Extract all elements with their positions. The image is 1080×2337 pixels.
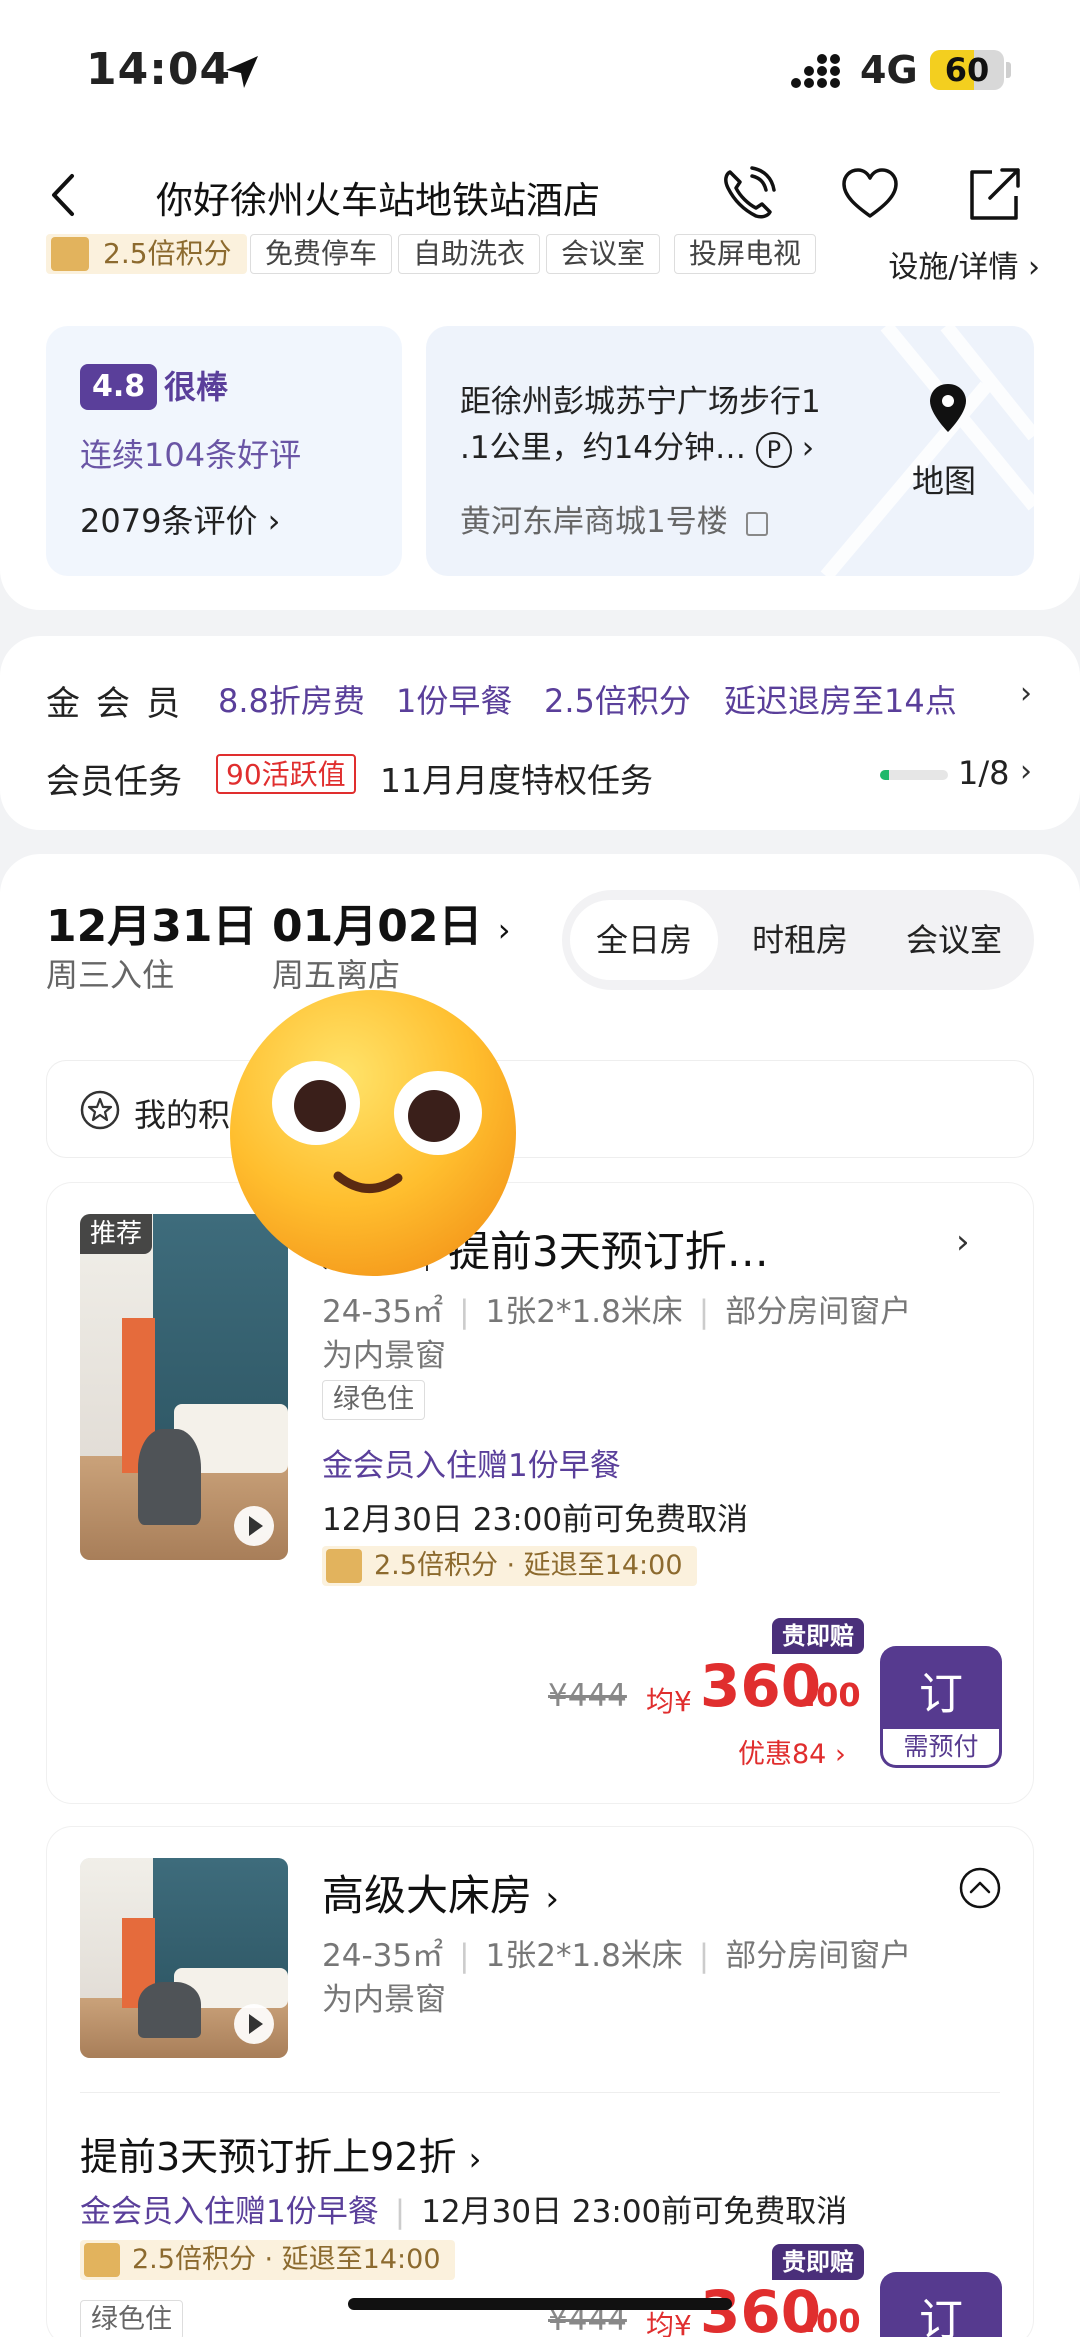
- room-title[interactable]: 高级大床房 ›: [322, 1862, 559, 1923]
- review-streak: 连续104条好评: [80, 436, 302, 474]
- checkin-weekday: 周三入住: [46, 956, 175, 994]
- member-benefits-chevron[interactable]: ›: [1020, 676, 1032, 711]
- activity-badge: 90活跃值: [216, 754, 356, 794]
- chevron-right-icon: ›: [956, 1222, 970, 1262]
- battery-tip: [1006, 62, 1011, 78]
- member-perk: 金会员入住赠1份早餐: [322, 1448, 621, 1484]
- battery-percent: 60: [944, 51, 990, 89]
- score-word: 很棒: [164, 368, 229, 406]
- status-time: 14:04: [86, 44, 232, 95]
- member-task-chevron[interactable]: ›: [1020, 754, 1032, 789]
- green-stay-tag: 绿色住: [80, 2300, 183, 2337]
- member-level-label: 金会员: [46, 684, 196, 724]
- room-spec-window: 为内景窗: [322, 1982, 446, 2018]
- book-button[interactable]: 订: [880, 2272, 1002, 2337]
- address-text: 黄河东岸商城1号楼: [460, 496, 768, 541]
- member-benefit-discount: 8.8折房费: [218, 682, 365, 720]
- room-spec: 24-35㎡ | 1张2*1.8米床 | 部分房间窗户: [322, 1938, 912, 1974]
- tag-laundry: 自助洗衣: [398, 234, 541, 274]
- tag-parking: 免费停车: [250, 234, 393, 274]
- review-count: 2079条评价 ›: [80, 502, 281, 540]
- discount-link[interactable]: 优惠84 ›: [738, 1732, 846, 1771]
- review-score-card[interactable]: 4.8 很棒 连续104条好评 2079条评价 ›: [46, 326, 402, 576]
- room-price-decimal: .00: [804, 1676, 861, 1714]
- task-progress-fill: [880, 770, 889, 780]
- avg-price-label: 均¥: [646, 1685, 692, 1718]
- diamond-icon: [51, 237, 89, 271]
- battery-icon: 60: [930, 50, 1004, 90]
- room-section: 12月31日 – 01月02日 › 周三入住 周五离店 全日房 时租房 会议室 …: [0, 854, 1080, 2337]
- original-price: ¥444: [548, 1678, 627, 1714]
- task-count: 1/8: [958, 754, 1010, 792]
- diamond-icon: [326, 1549, 362, 1583]
- home-indicator[interactable]: [348, 2298, 732, 2310]
- location-arrow-icon: [226, 56, 258, 88]
- tab-hourly[interactable]: 时租房: [726, 900, 874, 980]
- room-price: 360: [700, 1652, 822, 1720]
- member-benefit-late-checkout: 延迟退房至14点: [724, 682, 957, 720]
- location-card[interactable]: 距徐州彭城苏宁广场步行1 .1公里，约14分钟… P › 黄河东岸商城1号楼 地…: [426, 326, 1034, 576]
- date-separator: –: [234, 884, 254, 930]
- map-label[interactable]: 地图: [912, 456, 976, 502]
- network-type: 4G: [860, 48, 918, 92]
- green-stay-tag: 绿色住: [322, 1380, 425, 1420]
- member-task-text[interactable]: 11月月度特权任务: [380, 754, 653, 802]
- play-icon[interactable]: [234, 1506, 274, 1546]
- page-title: 你好徐州火车站地铁站酒店: [156, 179, 600, 222]
- points-strip: 2.5倍积分 · 延退至14:00: [80, 2240, 455, 2280]
- room-card-2[interactable]: 高级大床房 › 24-35㎡ | 1张2*1.8米床 | 部分房间窗户 为内景窗 提前3…: [46, 1826, 1034, 2337]
- signal-icon: [791, 54, 840, 88]
- facility-details-link[interactable]: 设施/详情 ›: [888, 242, 1040, 286]
- member-benefit-points: 2.5倍积分: [544, 682, 691, 720]
- share-icon[interactable]: [962, 162, 1026, 226]
- parking-icon: P: [755, 432, 792, 468]
- star-icon: [80, 1090, 120, 1130]
- distance-text: 距徐州彭城苏宁广场步行1: [460, 384, 821, 420]
- prepay-label: 需预付: [883, 1729, 999, 1765]
- cancel-policy: 12月30日 23:00前可免费取消: [322, 1502, 749, 1538]
- room-spec-window: 为内景窗: [322, 1338, 446, 1374]
- room-spec: 24-35㎡ | 1张2*1.8米床 | 部分房间窗户: [322, 1294, 912, 1330]
- room-image[interactable]: [80, 1858, 288, 2058]
- back-chevron-icon[interactable]: [44, 170, 84, 220]
- copy-icon[interactable]: [745, 511, 768, 536]
- recommend-badge: 推荐: [80, 1214, 153, 1254]
- tag-meeting-room: 会议室: [546, 234, 661, 274]
- score-badge: 4.8: [80, 364, 158, 410]
- price-guarantee-badge: 贵即赔: [772, 2244, 864, 2280]
- status-bar: 14:04 4G 60: [0, 0, 1080, 140]
- play-icon[interactable]: [234, 2004, 274, 2044]
- points-strip: 2.5倍积分 · 延退至14:00: [322, 1546, 697, 1586]
- phone-icon[interactable]: [716, 162, 780, 226]
- points-filter-text: 我的积: [134, 1096, 231, 1134]
- room-price-decimal: .00: [804, 2302, 861, 2337]
- room-type-tabs: 全日房 时租房 会议室: [562, 890, 1034, 990]
- distance-text-2: .1公里，约14分钟… P ›: [460, 430, 815, 468]
- checkin-date[interactable]: 12月31日: [46, 890, 256, 954]
- hotel-info-section: 2.5倍积分 免费停车 自助洗衣 会议室 投屏电视 设施/详情 › 4.8 很棒…: [0, 234, 1080, 610]
- tab-full-day[interactable]: 全日房: [570, 900, 718, 980]
- rate-plan-title[interactable]: 提前3天预订折上92折 ›: [80, 2126, 481, 2181]
- tag-screen-tv: 投屏电视: [674, 234, 817, 274]
- task-progress-bar: [880, 770, 948, 780]
- points-filter-bar[interactable]: 我的积: [46, 1060, 1034, 1158]
- smiling-face-sticker: [230, 990, 516, 1276]
- room-card-1[interactable]: 推荐 床房｜提前3天预订折… › 24-35㎡ | 1张2*1.8米床 | 部分房间窗户…: [46, 1182, 1034, 1804]
- rate-plan-perks: 金会员入住赠1份早餐 | 12月30日 23:00前可免费取消: [80, 2194, 848, 2230]
- book-button[interactable]: 订 需预付: [880, 1646, 1002, 1768]
- divider: [80, 2092, 1000, 2093]
- price-guarantee-badge: 贵即赔: [772, 1618, 864, 1654]
- collapse-icon[interactable]: [958, 1866, 1002, 1910]
- checkout-date[interactable]: 01月02日 ›: [272, 890, 511, 954]
- member-benefit-breakfast: 1份早餐: [396, 682, 513, 720]
- diamond-icon: [84, 2243, 120, 2277]
- map-pin-icon[interactable]: [926, 382, 970, 434]
- member-section: 金会员 8.8折房费 1份早餐 2.5倍积分 延迟退房至14点 › 会员任务 9…: [0, 636, 1080, 830]
- member-task-label: 会员任务: [46, 762, 182, 802]
- heart-icon[interactable]: [838, 162, 902, 226]
- tag-points: 2.5倍积分: [46, 234, 247, 274]
- tab-meeting-room[interactable]: 会议室: [880, 900, 1028, 980]
